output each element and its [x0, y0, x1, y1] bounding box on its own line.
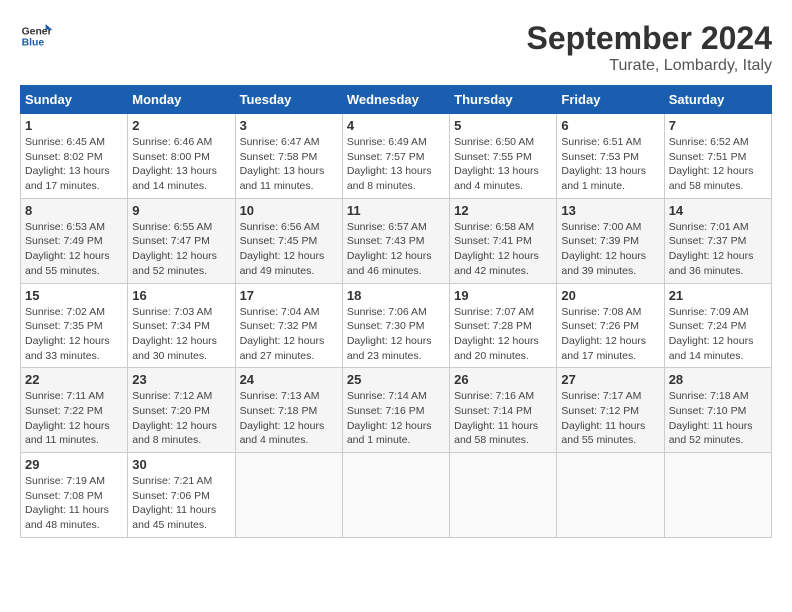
page-header: General Blue September 2024 Turate, Lomb…: [20, 20, 772, 75]
day-cell-2: 2 Sunrise: 6:46 AMSunset: 8:00 PMDayligh…: [128, 114, 235, 199]
location: Turate, Lombardy, Italy: [527, 57, 772, 75]
day-cell-23: 23 Sunrise: 7:12 AMSunset: 7:20 PMDaylig…: [128, 368, 235, 453]
day-cell-22: 22 Sunrise: 7:11 AMSunset: 7:22 PMDaylig…: [21, 368, 128, 453]
day-cell-20: 20 Sunrise: 7:08 AMSunset: 7:26 PMDaylig…: [557, 283, 664, 368]
day-cell-12: 12 Sunrise: 6:58 AMSunset: 7:41 PMDaylig…: [450, 198, 557, 283]
day-cell-29: 29 Sunrise: 7:19 AMSunset: 7:08 PMDaylig…: [21, 453, 128, 538]
day-cell-6: 6 Sunrise: 6:51 AMSunset: 7:53 PMDayligh…: [557, 114, 664, 199]
day-cell-3: 3 Sunrise: 6:47 AMSunset: 7:58 PMDayligh…: [235, 114, 342, 199]
col-saturday: Saturday: [664, 86, 771, 114]
day-cell-9: 9 Sunrise: 6:55 AMSunset: 7:47 PMDayligh…: [128, 198, 235, 283]
title-block: September 2024 Turate, Lombardy, Italy: [527, 20, 772, 75]
week-row-5: 29 Sunrise: 7:19 AMSunset: 7:08 PMDaylig…: [21, 453, 772, 538]
day-cell-25: 25 Sunrise: 7:14 AMSunset: 7:16 PMDaylig…: [342, 368, 449, 453]
week-row-1: 1 Sunrise: 6:45 AMSunset: 8:02 PMDayligh…: [21, 114, 772, 199]
day-cell-11: 11 Sunrise: 6:57 AMSunset: 7:43 PMDaylig…: [342, 198, 449, 283]
empty-cell-1: [235, 453, 342, 538]
empty-cell-4: [557, 453, 664, 538]
col-thursday: Thursday: [450, 86, 557, 114]
empty-cell-5: [664, 453, 771, 538]
logo-icon: General Blue: [20, 20, 52, 52]
day-cell-1: 1 Sunrise: 6:45 AMSunset: 8:02 PMDayligh…: [21, 114, 128, 199]
day-cell-21: 21 Sunrise: 7:09 AMSunset: 7:24 PMDaylig…: [664, 283, 771, 368]
calendar-header-row: Sunday Monday Tuesday Wednesday Thursday…: [21, 86, 772, 114]
day-cell-7: 7 Sunrise: 6:52 AMSunset: 7:51 PMDayligh…: [664, 114, 771, 199]
day-cell-13: 13 Sunrise: 7:00 AMSunset: 7:39 PMDaylig…: [557, 198, 664, 283]
day-cell-16: 16 Sunrise: 7:03 AMSunset: 7:34 PMDaylig…: [128, 283, 235, 368]
day-cell-10: 10 Sunrise: 6:56 AMSunset: 7:45 PMDaylig…: [235, 198, 342, 283]
day-cell-30: 30 Sunrise: 7:21 AMSunset: 7:06 PMDaylig…: [128, 453, 235, 538]
day-cell-26: 26 Sunrise: 7:16 AMSunset: 7:14 PMDaylig…: [450, 368, 557, 453]
empty-cell-3: [450, 453, 557, 538]
col-tuesday: Tuesday: [235, 86, 342, 114]
day-cell-8: 8 Sunrise: 6:53 AMSunset: 7:49 PMDayligh…: [21, 198, 128, 283]
day-cell-4: 4 Sunrise: 6:49 AMSunset: 7:57 PMDayligh…: [342, 114, 449, 199]
empty-cell-2: [342, 453, 449, 538]
day-cell-27: 27 Sunrise: 7:17 AMSunset: 7:12 PMDaylig…: [557, 368, 664, 453]
week-row-4: 22 Sunrise: 7:11 AMSunset: 7:22 PMDaylig…: [21, 368, 772, 453]
calendar-table: Sunday Monday Tuesday Wednesday Thursday…: [20, 85, 772, 538]
week-row-2: 8 Sunrise: 6:53 AMSunset: 7:49 PMDayligh…: [21, 198, 772, 283]
day-cell-17: 17 Sunrise: 7:04 AMSunset: 7:32 PMDaylig…: [235, 283, 342, 368]
month-title: September 2024: [527, 20, 772, 57]
day-cell-18: 18 Sunrise: 7:06 AMSunset: 7:30 PMDaylig…: [342, 283, 449, 368]
day-cell-24: 24 Sunrise: 7:13 AMSunset: 7:18 PMDaylig…: [235, 368, 342, 453]
col-monday: Monday: [128, 86, 235, 114]
day-cell-19: 19 Sunrise: 7:07 AMSunset: 7:28 PMDaylig…: [450, 283, 557, 368]
day-cell-14: 14 Sunrise: 7:01 AMSunset: 7:37 PMDaylig…: [664, 198, 771, 283]
svg-text:Blue: Blue: [22, 38, 45, 49]
logo: General Blue: [20, 20, 52, 52]
week-row-3: 15 Sunrise: 7:02 AMSunset: 7:35 PMDaylig…: [21, 283, 772, 368]
col-friday: Friday: [557, 86, 664, 114]
col-sunday: Sunday: [21, 86, 128, 114]
col-wednesday: Wednesday: [342, 86, 449, 114]
day-cell-28: 28 Sunrise: 7:18 AMSunset: 7:10 PMDaylig…: [664, 368, 771, 453]
day-cell-5: 5 Sunrise: 6:50 AMSunset: 7:55 PMDayligh…: [450, 114, 557, 199]
day-cell-15: 15 Sunrise: 7:02 AMSunset: 7:35 PMDaylig…: [21, 283, 128, 368]
